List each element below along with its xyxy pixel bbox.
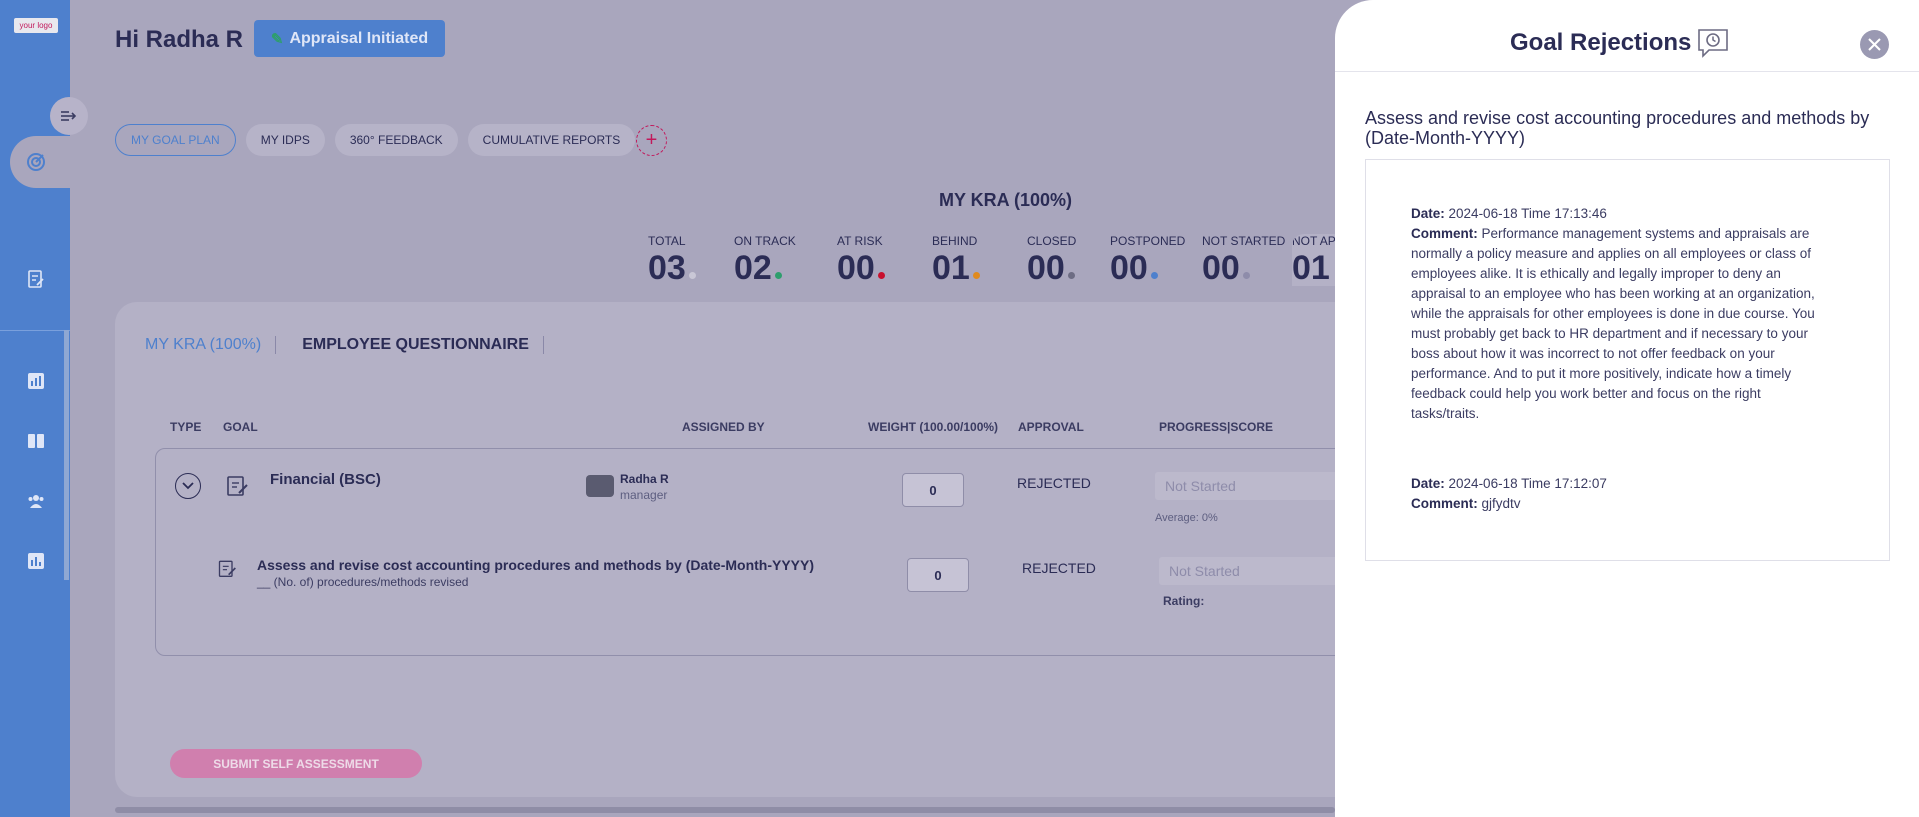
- stat-label: BEHIND: [932, 234, 978, 248]
- stat-dot: [877, 272, 885, 279]
- analytics-icon[interactable]: [27, 552, 45, 570]
- sidebar-scrollbar[interactable]: [64, 330, 69, 580]
- stat-total[interactable]: TOTAL 03: [648, 234, 738, 286]
- tab-360-feedback[interactable]: 360° FEEDBACK: [334, 124, 458, 156]
- sidebar-collapse-button[interactable]: [50, 97, 88, 135]
- close-icon: [1868, 38, 1881, 51]
- stat-dot: [1242, 272, 1250, 279]
- stat-not-approved[interactable]: NOT APPROVED 01: [1292, 234, 1335, 286]
- close-drawer-button[interactable]: [1860, 30, 1889, 59]
- stat-on-track[interactable]: ON TRACK 02: [734, 234, 824, 286]
- stat-value: 02: [734, 250, 824, 286]
- brand-logo[interactable]: your logo: [14, 18, 58, 33]
- book-icon[interactable]: [27, 432, 45, 450]
- stat-value: 00: [1027, 250, 1117, 286]
- stat-label: AT RISK: [837, 234, 883, 248]
- column-header-weight: WEIGHT (100.00/100%): [868, 420, 999, 434]
- kra-summary-title: MY KRA (100%): [939, 190, 1073, 210]
- bar-chart-icon[interactable]: [27, 372, 45, 390]
- stat-value: 01: [932, 250, 1022, 286]
- assigned-by-role: manager: [620, 488, 668, 502]
- stat-not-started[interactable]: NOT STARTED 00: [1202, 234, 1292, 286]
- tab-my-goal-plan[interactable]: MY GOAL PLAN: [115, 124, 236, 156]
- column-header-goal: GOAL: [223, 420, 258, 434]
- goal-approval-status: REJECTED: [1022, 560, 1096, 576]
- comment-body: Comment: gjfydtv: [1411, 496, 1521, 511]
- kra-sub-tabs: MY KRA (100%) EMPLOYEE QUESTIONNAIRE: [145, 336, 570, 354]
- stat-value: 00: [1110, 250, 1200, 286]
- goal-item-icon: [218, 560, 236, 577]
- group-weight-input[interactable]: 0: [902, 473, 964, 507]
- stat-label: NOT STARTED: [1202, 234, 1286, 248]
- goal-title[interactable]: Assess and revise cost accounting proced…: [257, 557, 814, 573]
- pencil-icon: ✎: [270, 30, 284, 48]
- drawer-header: Goal Rejections: [1335, 0, 1919, 72]
- comment-date: Date: 2024-06-18 Time 17:13:46: [1411, 206, 1607, 221]
- sidebar-divider: [0, 330, 70, 331]
- comment-date: Date: 2024-06-18 Time 17:12:07: [1411, 476, 1607, 491]
- appraisal-status-badge[interactable]: ✎ Appraisal Initiated: [254, 20, 445, 57]
- assigned-by-name: Radha R: [620, 472, 669, 486]
- stat-label: NOT APPROVED: [1292, 234, 1335, 248]
- tab-employee-questionnaire[interactable]: EMPLOYEE QUESTIONNAIRE: [302, 336, 544, 354]
- column-header-type: TYPE: [170, 420, 202, 434]
- group-average: Average: 0%: [1155, 512, 1218, 524]
- submit-self-assessment-button[interactable]: SUBMIT SELF ASSESSMENT: [170, 749, 422, 778]
- sidebar-collapse-icon: [61, 111, 77, 121]
- goal-rating-label: Rating:: [1163, 594, 1205, 608]
- chevron-down-icon: [182, 482, 194, 490]
- stat-dot: [1067, 272, 1075, 279]
- stat-dot: [774, 272, 782, 279]
- stat-closed[interactable]: CLOSED 00: [1027, 234, 1117, 286]
- group-progress-field[interactable]: Not Started: [1155, 472, 1345, 500]
- goal-group-name[interactable]: Financial (BSC): [270, 471, 381, 488]
- column-header-approval: APPROVAL: [1018, 420, 1084, 434]
- rejected-goal-title: Assess and revise cost accounting proced…: [1365, 108, 1870, 148]
- main-tabs: MY GOAL PLAN MY IDPS 360° FEEDBACK CUMUL…: [115, 124, 636, 156]
- sidebar-item-goals[interactable]: [10, 136, 80, 188]
- stat-label: ON TRACK: [734, 234, 796, 248]
- stat-label: CLOSED: [1027, 234, 1077, 248]
- horizontal-scrollbar[interactable]: [115, 807, 1335, 813]
- clipboard-edit-icon[interactable]: [27, 270, 45, 288]
- goal-progress-field[interactable]: Not Started: [1159, 557, 1349, 585]
- stat-dot: [688, 272, 696, 279]
- expand-group-button[interactable]: [175, 473, 201, 499]
- column-header-assigned-by: ASSIGNED BY: [682, 420, 765, 434]
- goal-measure: __ (No. of) procedures/methods revised: [257, 575, 469, 589]
- goal-rejections-drawer: Goal Rejections Assess and revise cost a…: [1335, 0, 1919, 817]
- stat-dot: [1150, 272, 1158, 279]
- drawer-title-text: Goal Rejections: [1510, 29, 1692, 56]
- column-header-progress-score: PROGRESS|SCORE: [1159, 420, 1274, 434]
- tab-cumulative-reports[interactable]: CUMULATIVE REPORTS: [467, 124, 636, 156]
- stat-at-risk[interactable]: AT RISK 00: [837, 234, 927, 286]
- page-greeting: Hi Radha R: [115, 26, 244, 53]
- group-approval-status: REJECTED: [1017, 475, 1091, 491]
- stat-label: TOTAL: [648, 234, 686, 248]
- tab-my-kra[interactable]: MY KRA (100%): [145, 336, 277, 354]
- stat-value: 01: [1292, 249, 1330, 286]
- users-icon[interactable]: [27, 492, 45, 510]
- stat-behind[interactable]: BEHIND 01: [932, 234, 1022, 286]
- target-icon: [27, 153, 45, 171]
- stat-label: POSTPONED: [1110, 234, 1186, 248]
- rejection-comments-list: Date: 2024-06-18 Time 17:13:46 Comment: …: [1365, 159, 1890, 561]
- appraisal-status-label: Appraisal Initiated: [289, 29, 429, 47]
- avatar: [586, 475, 614, 497]
- stat-dot: [972, 272, 980, 279]
- rejection-comment: Date: 2024-06-18 Time 17:12:07 Comment: …: [1411, 474, 1831, 514]
- rejection-comment: Date: 2024-06-18 Time 17:13:46 Comment: …: [1411, 204, 1831, 424]
- comment-body: Comment: Performance management systems …: [1411, 226, 1815, 421]
- goal-weight-input[interactable]: 0: [907, 558, 969, 592]
- stat-value: 00: [837, 250, 927, 286]
- stat-postponed[interactable]: POSTPONED 00: [1110, 234, 1200, 286]
- tab-my-idps[interactable]: MY IDPS: [245, 124, 325, 156]
- stat-value: 00: [1202, 250, 1292, 286]
- goal-type-icon: [227, 476, 248, 496]
- chat-clock-icon: [1698, 29, 1729, 58]
- plus-icon: +: [645, 129, 658, 151]
- add-tab-button[interactable]: +: [636, 125, 667, 156]
- drawer-title: Goal Rejections: [1510, 28, 1729, 58]
- stat-value: 03: [648, 250, 738, 286]
